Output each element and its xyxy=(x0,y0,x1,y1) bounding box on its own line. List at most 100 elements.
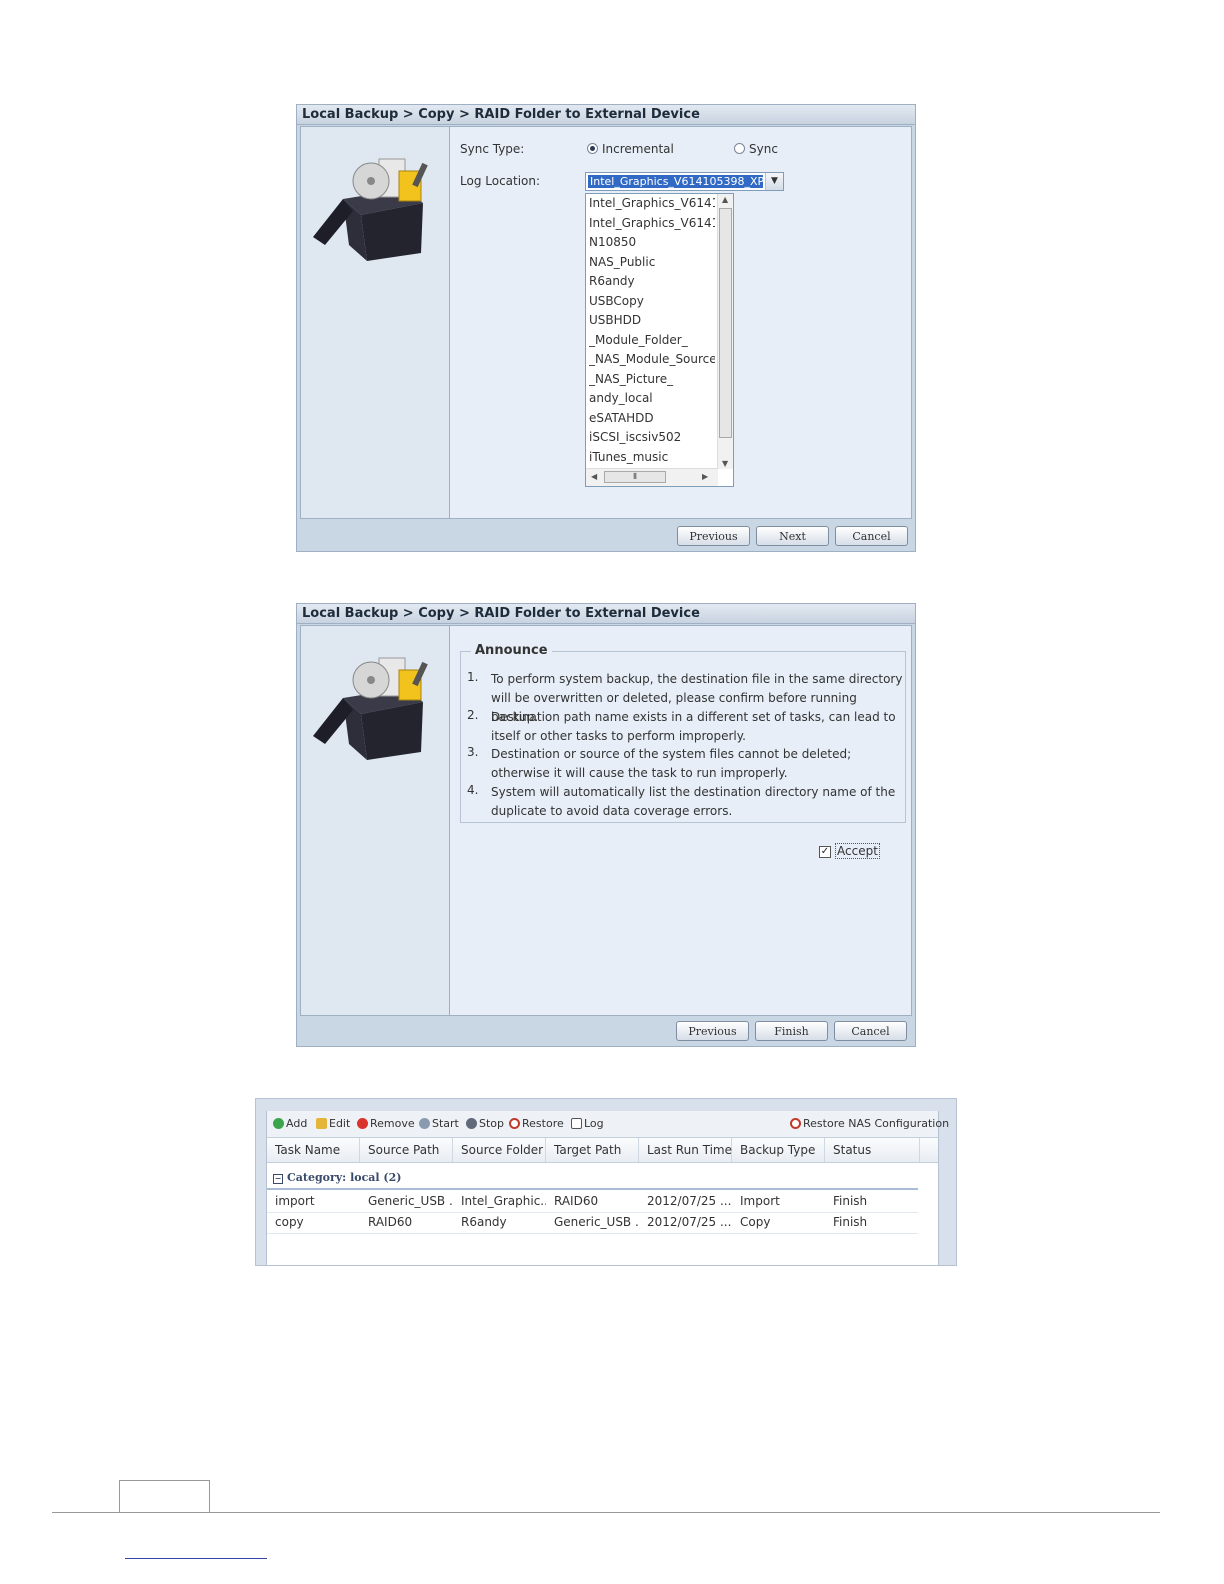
stop-button[interactable]: Stop xyxy=(466,1117,504,1130)
next-button[interactable]: Next xyxy=(756,526,829,546)
restore-icon xyxy=(790,1118,801,1129)
table-cell: Generic_USB ... xyxy=(368,1194,453,1208)
chevron-down-icon[interactable]: ▼ xyxy=(765,173,783,190)
announce-number: 2. xyxy=(467,708,479,722)
horizontal-scrollbar[interactable]: ◀ ⦀ ▶ xyxy=(586,468,718,486)
previous-button[interactable]: Previous xyxy=(676,1021,749,1041)
backup-box-icon xyxy=(313,657,428,760)
start-icon xyxy=(419,1118,430,1129)
edit-button[interactable]: Edit xyxy=(316,1117,350,1130)
panel-title: Local Backup > Copy > RAID Folder to Ext… xyxy=(297,105,915,125)
announce-text: Destination path name exists in a differ… xyxy=(491,710,896,743)
remove-label: Remove xyxy=(370,1117,415,1130)
table-cell: R6andy xyxy=(461,1215,507,1229)
radio-incremental[interactable] xyxy=(587,143,598,154)
scroll-left-icon[interactable]: ◀ xyxy=(591,472,597,481)
radio-incremental-label[interactable]: Incremental xyxy=(602,142,674,156)
column-header[interactable]: Last Run Time xyxy=(639,1138,732,1162)
announce-text: System will automatically list the desti… xyxy=(491,785,896,818)
log-icon xyxy=(571,1118,582,1129)
table-row[interactable]: import Generic_USB ... Intel_Graphic... … xyxy=(267,1191,918,1213)
restore-nas-config-button[interactable]: Restore NAS Configuration xyxy=(790,1117,949,1130)
task-toolbar: Add Edit Remove Start Stop Restore Log R… xyxy=(267,1111,949,1138)
column-header[interactable]: Target Path xyxy=(546,1138,639,1162)
log-location-select[interactable]: Intel_Graphics_V614105398_XP ▼ xyxy=(585,172,784,191)
finish-button[interactable]: Finish xyxy=(755,1021,828,1041)
dropdown-item[interactable]: _NAS_Module_Source_ xyxy=(589,350,715,369)
add-button[interactable]: Add xyxy=(273,1117,307,1130)
announce-title: Announce xyxy=(471,643,552,658)
wizard-content: Announce 1. To perform system backup, th… xyxy=(450,626,911,1015)
wizard-sidebar xyxy=(301,127,450,518)
edit-label: Edit xyxy=(329,1117,351,1130)
table-row[interactable]: copy RAID60 R6andy Generic_USB ... 2012/… xyxy=(267,1212,918,1234)
stop-icon xyxy=(466,1118,477,1129)
wizard-sidebar xyxy=(301,626,450,1015)
category-group-header[interactable]: − Category: local (2) xyxy=(273,1171,401,1184)
dropdown-item[interactable]: _NAS_Picture_ xyxy=(589,370,715,389)
remove-button[interactable]: Remove xyxy=(357,1117,415,1130)
accept-label[interactable]: Accept xyxy=(835,843,880,859)
dropdown-item[interactable]: iSCSI_iscsiv502 xyxy=(589,428,715,447)
wizard-panel-log-location: Local Backup > Copy > RAID Folder to Ext… xyxy=(296,104,916,552)
collapse-icon[interactable]: − xyxy=(273,1174,283,1184)
dropdown-item[interactable]: Intel_Graphics_V61410 xyxy=(589,214,715,233)
start-label: Start xyxy=(432,1117,459,1130)
dropdown-item[interactable]: andy_local xyxy=(589,389,715,408)
announce-number: 1. xyxy=(467,670,479,684)
footer-link-underline xyxy=(125,1558,267,1559)
radio-sync-label[interactable]: Sync xyxy=(749,142,778,156)
start-button[interactable]: Start xyxy=(419,1117,459,1130)
column-header[interactable]: Status xyxy=(825,1138,920,1162)
column-header[interactable]: Source Path xyxy=(360,1138,453,1162)
table-cell: 2012/07/25 ... xyxy=(647,1215,732,1229)
scroll-up-icon[interactable]: ▲ xyxy=(722,195,728,204)
table-cell: Generic_USB ... xyxy=(554,1215,639,1229)
radio-sync[interactable] xyxy=(734,143,745,154)
table-header: Task Name Source Path Source Folder Targ… xyxy=(267,1138,938,1163)
footer-rule xyxy=(52,1512,1160,1513)
restore-button[interactable]: Restore xyxy=(509,1117,564,1130)
table-cell: RAID60 xyxy=(554,1194,599,1208)
dropdown-item[interactable]: USBHDD xyxy=(589,311,715,330)
announce-number: 3. xyxy=(467,745,479,759)
stop-label: Stop xyxy=(479,1117,505,1130)
dropdown-item[interactable]: iTunes_music xyxy=(589,448,715,467)
dropdown-item[interactable]: R6andy xyxy=(589,272,715,291)
panel-body: Announce 1. To perform system backup, th… xyxy=(300,625,912,1016)
task-list-inner: Add Edit Remove Start Stop Restore Log R… xyxy=(266,1111,949,1265)
dropdown-item[interactable]: N10850 xyxy=(589,233,715,252)
table-cell: Finish xyxy=(833,1215,868,1229)
scroll-thumb[interactable] xyxy=(719,208,732,438)
table-cell: Finish xyxy=(833,1194,868,1208)
add-label: Add xyxy=(286,1117,308,1130)
dropdown-item[interactable]: eSATAHDD xyxy=(589,409,715,428)
scroll-thumb[interactable]: ⦀ xyxy=(604,471,666,483)
table-cell: Intel_Graphic... xyxy=(461,1194,546,1208)
log-location-label: Log Location: xyxy=(460,174,541,188)
table-cell: 2012/07/25 ... xyxy=(647,1194,732,1208)
previous-button[interactable]: Previous xyxy=(677,526,750,546)
scroll-right-icon[interactable]: ▶ xyxy=(702,472,708,481)
cancel-button[interactable]: Cancel xyxy=(834,1021,907,1041)
dropdown-item[interactable]: USBCopy xyxy=(589,292,715,311)
scroll-down-icon[interactable]: ▼ xyxy=(722,459,728,468)
cancel-button[interactable]: Cancel xyxy=(835,526,908,546)
log-button[interactable]: Log xyxy=(571,1117,604,1130)
column-header[interactable]: Task Name xyxy=(267,1138,360,1162)
vertical-scrollbar[interactable]: ▲ ▼ xyxy=(717,194,733,469)
column-header[interactable]: Source Folder xyxy=(453,1138,546,1162)
dropdown-item[interactable]: NAS_Public xyxy=(589,253,715,272)
announce-box: Announce 1. To perform system backup, th… xyxy=(460,643,906,823)
sync-type-label: Sync Type: xyxy=(460,142,525,156)
log-location-dropdown[interactable]: Intel_Graphics_V61410 Intel_Graphics_V61… xyxy=(585,193,734,487)
dropdown-item[interactable]: _Module_Folder_ xyxy=(589,331,715,350)
category-label: Category: local (2) xyxy=(287,1171,402,1184)
wizard-footer: Previous Next Cancel xyxy=(297,519,915,551)
column-header[interactable]: Backup Type xyxy=(732,1138,825,1162)
dropdown-item[interactable]: Intel_Graphics_V61410 xyxy=(589,194,715,213)
accept-checkbox[interactable]: ✓ xyxy=(819,846,831,858)
remove-icon xyxy=(357,1118,368,1129)
table-cell: import xyxy=(275,1194,315,1208)
table-cell: RAID60 xyxy=(368,1215,413,1229)
